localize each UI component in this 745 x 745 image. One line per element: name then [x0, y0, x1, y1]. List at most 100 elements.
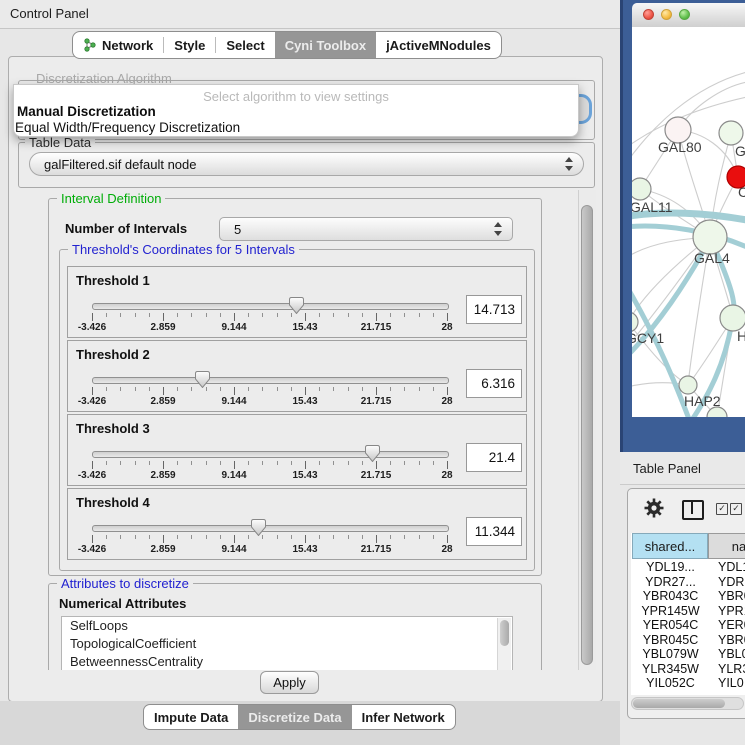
- thresholds-title: Threshold's Coordinates for 5 Intervals: [68, 242, 299, 257]
- tick-mark: [120, 313, 121, 317]
- tick-label: 15.43: [292, 544, 317, 555]
- minimize-traffic-light[interactable]: [661, 9, 672, 20]
- table-rows[interactable]: YDL19...YDL1YDR27...YDR2YBR043CYBR0YPR14…: [632, 560, 745, 691]
- table-row[interactable]: YBR043CYBR0: [632, 589, 745, 604]
- slider-track[interactable]: [92, 451, 449, 458]
- slider-track[interactable]: [92, 303, 449, 310]
- tab-impute-data[interactable]: Impute Data: [144, 705, 238, 729]
- node-gal4[interactable]: [693, 220, 727, 254]
- table-horizontal-scrollbar[interactable]: [631, 697, 744, 710]
- tick-mark: [248, 313, 249, 317]
- tab-infer-network[interactable]: Infer Network: [352, 705, 455, 729]
- node-ga[interactable]: [719, 121, 743, 145]
- table-row[interactable]: YPR145WYPR1: [632, 604, 745, 619]
- tick-mark: [333, 535, 334, 539]
- close-traffic-light[interactable]: [643, 9, 654, 20]
- tick-mark: [305, 387, 306, 395]
- tick-mark: [376, 387, 377, 395]
- tab-discretize-data[interactable]: Discretize Data: [238, 705, 351, 729]
- tick-mark: [120, 461, 121, 465]
- tab-jactivemnodules[interactable]: jActiveMNodules: [376, 32, 501, 58]
- table-row[interactable]: YDR27...YDR2: [632, 575, 745, 590]
- attribute-list-item[interactable]: TopologicalCoefficient: [62, 635, 512, 653]
- network-canvas[interactable]: GAL80 GA GAL11 C GAL4 GCY1 H HAP2: [632, 27, 745, 417]
- number-of-intervals-spinner[interactable]: 5: [219, 217, 513, 241]
- menu-item-equal-width-frequency[interactable]: Equal Width/Frequency Discretization: [15, 120, 240, 135]
- tick-mark: [277, 313, 278, 317]
- gear-icon[interactable]: [644, 498, 664, 518]
- numerical-attributes-list[interactable]: SelfLoopsTopologicalCoefficientBetweenne…: [61, 616, 513, 670]
- tick-mark: [404, 387, 405, 391]
- threshold-value-field[interactable]: 21.4: [466, 443, 522, 472]
- tick-mark: [433, 313, 434, 317]
- table-row[interactable]: YIL052CYIL0: [632, 676, 745, 691]
- cell-name: YBR0: [709, 633, 745, 647]
- table-panel-titlebar: Table Panel: [620, 452, 745, 485]
- cell-shared-name: YIL052C: [632, 676, 709, 690]
- node-hap2[interactable]: [679, 376, 697, 394]
- attributes-list-scrollbar[interactable]: [497, 618, 511, 670]
- tick-mark: [319, 387, 320, 391]
- attributes-list-scroll-thumb[interactable]: [500, 620, 509, 646]
- slider-thumb[interactable]: [289, 297, 304, 314]
- tab-select[interactable]: Select: [216, 32, 274, 58]
- table-data-panel: Table Data galFiltered.sif default node: [18, 142, 595, 188]
- cell-name: YER0: [709, 618, 745, 632]
- apply-button[interactable]: Apply: [260, 671, 319, 694]
- tick-mark: [163, 313, 164, 321]
- tick-mark: [404, 461, 405, 465]
- slider-thumb[interactable]: [195, 371, 210, 388]
- threshold-value-field[interactable]: 14.713: [466, 295, 522, 324]
- tick-mark: [191, 461, 192, 465]
- table-row[interactable]: YLR345WYLR3: [632, 662, 745, 677]
- slider-thumb[interactable]: [365, 445, 380, 462]
- tick-mark: [390, 535, 391, 539]
- tick-mark: [447, 387, 448, 395]
- table-row[interactable]: YBR045CYBR0: [632, 633, 745, 648]
- attribute-list-item[interactable]: SelfLoops: [62, 617, 512, 635]
- table-data-combobox[interactable]: galFiltered.sif default node: [29, 152, 584, 176]
- menu-item-manual-discretization[interactable]: Manual Discretization: [17, 104, 156, 119]
- algorithm-popup-hint: Select algorithm to view settings: [14, 89, 578, 104]
- table-row[interactable]: YER054CYER0: [632, 618, 745, 633]
- attribute-list-item[interactable]: BetweennessCentrality: [62, 653, 512, 670]
- threshold-value-field[interactable]: 11.344: [466, 517, 522, 546]
- cell-shared-name: YLR345W: [632, 662, 709, 676]
- settings-vertical-scrollbar[interactable]: [578, 190, 596, 670]
- node-gcy1[interactable]: [632, 312, 638, 332]
- tick-mark: [220, 461, 221, 465]
- tick-mark: [206, 535, 207, 539]
- tick-mark: [120, 387, 121, 391]
- checkbox-icon-2[interactable]: ✓: [730, 503, 742, 515]
- slider-track[interactable]: [92, 525, 449, 532]
- control-panel-titlebar: [0, 0, 620, 29]
- settings-scroll-thumb[interactable]: [581, 205, 593, 665]
- tab-network[interactable]: Network: [73, 32, 163, 58]
- column-layout-icon[interactable]: [682, 500, 704, 520]
- tick-mark: [277, 535, 278, 539]
- checkbox-icon-1[interactable]: ✓: [716, 503, 728, 515]
- table-hscroll-thumb[interactable]: [633, 699, 725, 708]
- zoom-traffic-light[interactable]: [679, 9, 690, 20]
- table-row[interactable]: YDL19...YDL1: [632, 560, 745, 575]
- tick-mark: [419, 535, 420, 539]
- tab-cyni-toolbox[interactable]: Cyni Toolbox: [275, 32, 376, 58]
- cell-name: YBR0: [709, 589, 745, 603]
- threshold-value-field[interactable]: 6.316: [466, 369, 522, 398]
- node-gal11[interactable]: [632, 178, 651, 200]
- slider-track[interactable]: [92, 377, 449, 384]
- tick-mark: [163, 535, 164, 543]
- table-row[interactable]: YBL079WYBL0: [632, 647, 745, 662]
- tab-discretize-data-label: Discretize Data: [248, 710, 341, 725]
- network-window-titlebar[interactable]: [632, 3, 745, 28]
- tick-mark: [319, 313, 320, 317]
- tick-mark: [248, 535, 249, 539]
- cell-shared-name: YBR045C: [632, 633, 709, 647]
- tab-style[interactable]: Style: [164, 32, 215, 58]
- column-header-name[interactable]: name: [708, 533, 745, 559]
- tick-mark: [277, 387, 278, 391]
- threshold-row: Threshold 2-3.4262.8599.14415.4321.71528…: [67, 340, 527, 412]
- slider-thumb[interactable]: [251, 519, 266, 536]
- column-header-shared[interactable]: shared...: [632, 533, 708, 559]
- tick-label: 28: [441, 396, 452, 407]
